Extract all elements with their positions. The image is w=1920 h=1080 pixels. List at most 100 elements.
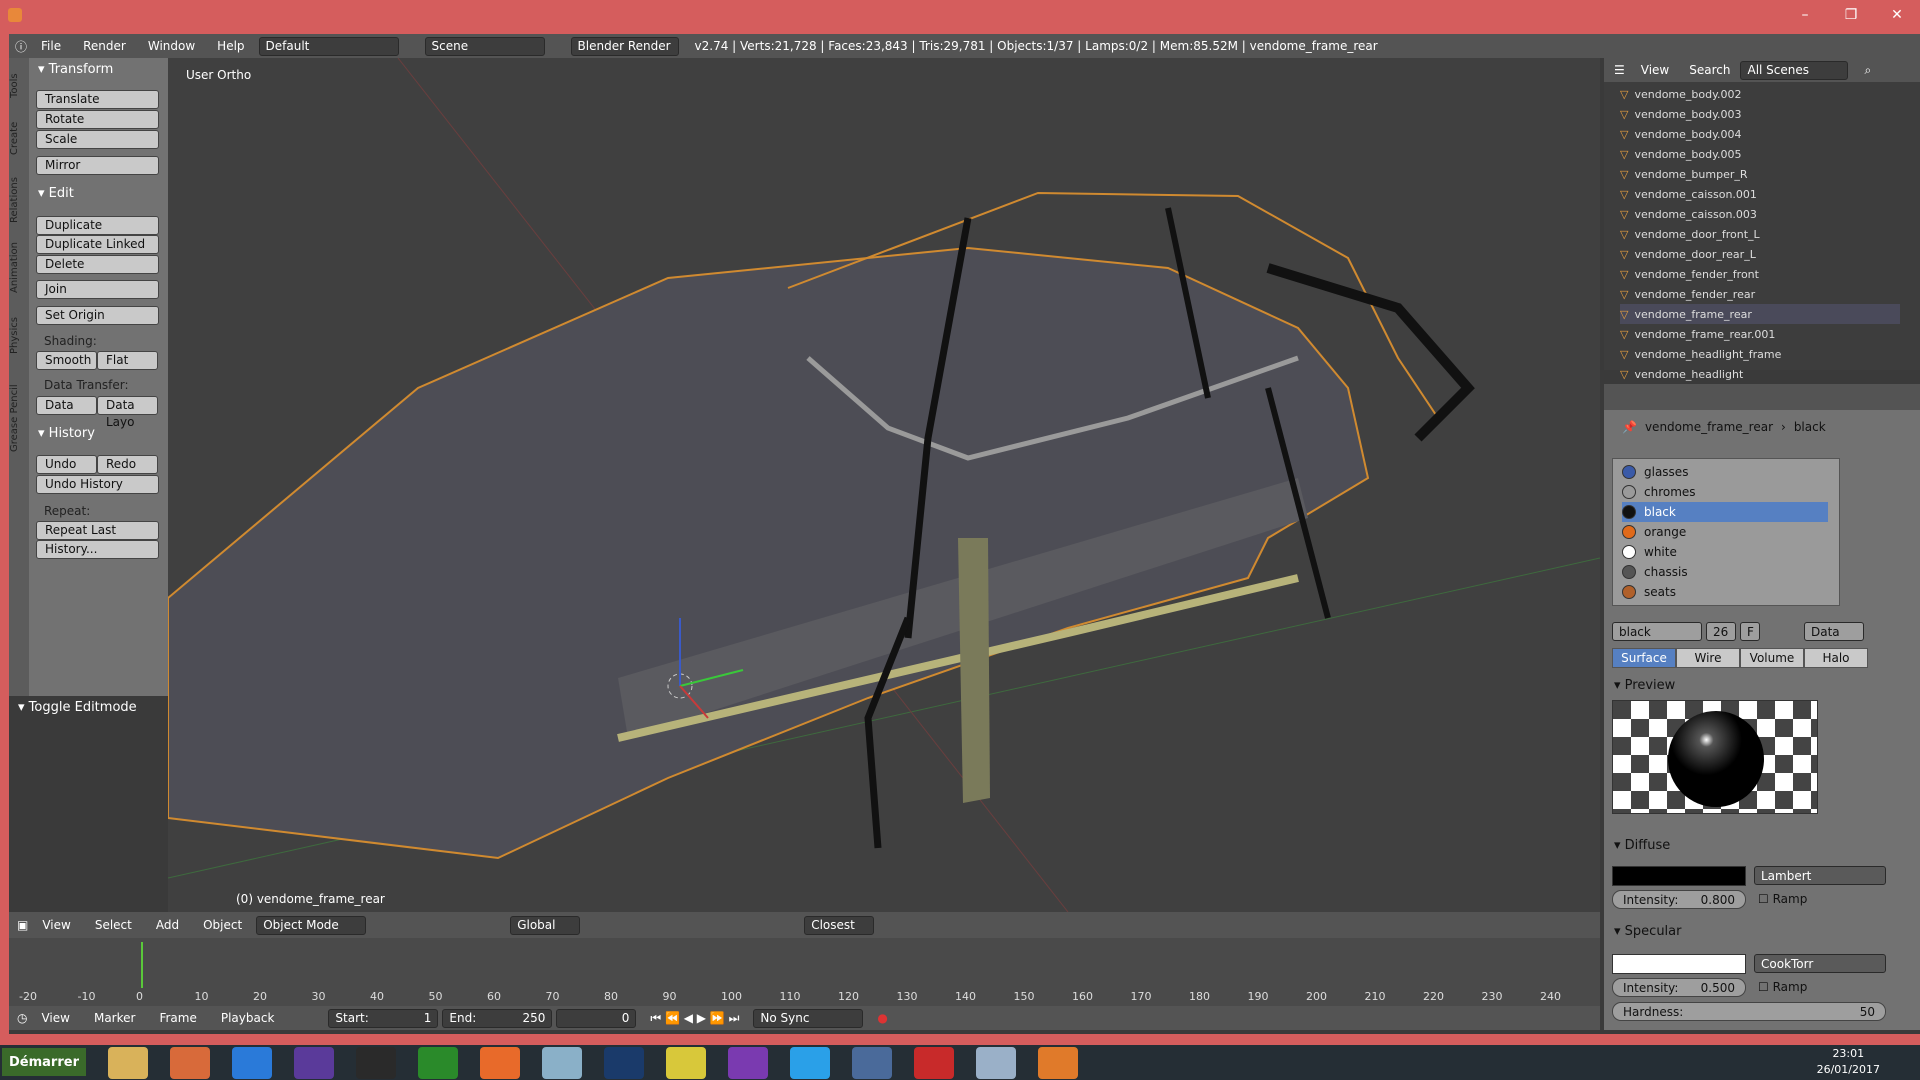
menu-render[interactable]: Render	[75, 39, 134, 53]
explorer-icon[interactable]	[108, 1047, 148, 1079]
menu-select[interactable]: Select	[85, 918, 142, 932]
app-icon[interactable]	[170, 1047, 210, 1079]
start-button[interactable]: Démarrer	[2, 1048, 86, 1076]
spreadsheet-icon[interactable]	[418, 1047, 458, 1079]
xnview-icon[interactable]	[294, 1047, 334, 1079]
menu-file[interactable]: File	[33, 39, 69, 53]
dropbox-icon[interactable]	[232, 1047, 272, 1079]
snap-select[interactable]: Closest	[804, 915, 875, 935]
fake-user-toggle[interactable]: F	[1740, 622, 1760, 641]
mode-select[interactable]: Object Mode	[256, 915, 367, 935]
mirror-button[interactable]: Mirror	[36, 156, 159, 175]
chrome-icon[interactable]	[666, 1047, 706, 1079]
join-button[interactable]: Join	[36, 280, 159, 299]
timeline-editor-icon[interactable]: ◷	[17, 1011, 27, 1025]
start-frame-field[interactable]: Start: 1	[328, 1008, 439, 1028]
cube-app-icon[interactable]	[976, 1047, 1016, 1079]
orientation-select[interactable]: Global	[510, 915, 581, 935]
menu-window[interactable]: Window	[140, 39, 203, 53]
diffuse-intensity-field[interactable]: Intensity: 0.800	[1612, 890, 1746, 909]
flat-button[interactable]: Flat	[97, 351, 158, 370]
menu-add[interactable]: Add	[146, 918, 189, 932]
outliner-row[interactable]: ▽ vendome_fender_front	[1620, 264, 1759, 284]
outliner-row[interactable]: ▽ vendome_frame_rear.001	[1620, 324, 1775, 344]
history-panel-header[interactable]: ▾ History	[38, 426, 95, 441]
set-origin-select[interactable]: Set Origin	[36, 306, 159, 325]
outliner-row[interactable]: ▽ vendome_caisson.003	[1620, 204, 1757, 224]
hardness-field[interactable]: Hardness: 50	[1612, 1002, 1886, 1021]
outliner-row[interactable]: ▽ vendome_door_front_L	[1620, 224, 1760, 244]
data-button[interactable]: Data	[36, 396, 97, 415]
outliner-menu-search[interactable]: Search	[1685, 63, 1734, 77]
material-users[interactable]: 26	[1706, 622, 1736, 641]
outliner-row[interactable]: ▽ vendome_door_rear_L	[1620, 244, 1756, 264]
specular-header[interactable]: ▾ Specular	[1614, 924, 1681, 939]
material-slot[interactable]: glasses	[1622, 462, 1688, 482]
close-button[interactable]: ✕	[1874, 0, 1920, 30]
blender-taskbar-icon[interactable]	[1038, 1047, 1078, 1079]
transform-panel-header[interactable]: ▾ Transform	[38, 62, 113, 77]
outliner-editor-icon[interactable]: ☰	[1614, 63, 1625, 77]
minimize-button[interactable]: –	[1782, 0, 1828, 30]
translate-button[interactable]: Translate	[36, 90, 159, 109]
data-layout-button[interactable]: Data Layo	[97, 396, 158, 429]
menu-help[interactable]: Help	[209, 39, 252, 53]
specular-intensity-field[interactable]: Intensity: 0.500	[1612, 978, 1746, 997]
outliner-row[interactable]: ▽ vendome_headlight	[1620, 364, 1743, 384]
delete-button[interactable]: Delete	[36, 255, 159, 274]
redo-button[interactable]: Redo	[97, 455, 158, 474]
link-select[interactable]: Data	[1804, 622, 1864, 641]
tl-menu-playback[interactable]: Playback	[211, 1011, 285, 1025]
tab-physics[interactable]: Physics	[9, 306, 29, 366]
repeat-last-button[interactable]: Repeat Last	[36, 521, 159, 540]
tab-wire[interactable]: Wire	[1676, 648, 1740, 668]
maximize-button[interactable]: ❐	[1828, 0, 1874, 30]
material-slot[interactable]: chromes	[1622, 482, 1696, 502]
tab-relations[interactable]: Relations	[9, 170, 29, 230]
outliner-row[interactable]: ▽ vendome_body.004	[1620, 124, 1742, 144]
outliner-menu-view[interactable]: View	[1631, 63, 1679, 77]
tab-create[interactable]: Create	[9, 108, 29, 168]
rotate-button[interactable]: Rotate	[36, 110, 159, 129]
toggle-editmode-header[interactable]: ▾ Toggle Editmode	[18, 700, 137, 715]
smooth-button[interactable]: Smooth	[36, 351, 97, 370]
diffuse-header[interactable]: ▾ Diffuse	[1614, 838, 1670, 853]
tl-menu-frame[interactable]: Frame	[149, 1011, 206, 1025]
outliner-row[interactable]: ▽ vendome_body.005	[1620, 144, 1742, 164]
tl-menu-marker[interactable]: Marker	[84, 1011, 145, 1025]
scale-button[interactable]: Scale	[36, 130, 159, 149]
photoshop-icon[interactable]	[604, 1047, 644, 1079]
material-slot[interactable]: chassis	[1622, 562, 1688, 582]
diffuse-ramp-checkbox[interactable]: ☐ Ramp	[1758, 892, 1807, 906]
editor-type-icon[interactable]: ▣	[17, 918, 28, 932]
duplicate-button[interactable]: Duplicate	[36, 216, 159, 235]
render-engine-select[interactable]: Blender Render	[570, 36, 679, 56]
material-slot[interactable]: white	[1622, 542, 1677, 562]
undo-button[interactable]: Undo	[36, 455, 97, 474]
skype-icon[interactable]	[790, 1047, 830, 1079]
outliner-row[interactable]: ▽ vendome_frame_rear	[1620, 304, 1900, 324]
system-clock[interactable]: 23:01 26/01/2017	[1817, 1046, 1880, 1078]
display-mode-select[interactable]: All Scenes	[1740, 60, 1849, 80]
tl-menu-view[interactable]: View	[31, 1011, 79, 1025]
layout-selector[interactable]: Default	[258, 36, 399, 56]
tab-halo[interactable]: Halo	[1804, 648, 1868, 668]
outliner-row[interactable]: ▽ vendome_bumper_R	[1620, 164, 1748, 184]
firefox-icon[interactable]	[480, 1047, 520, 1079]
edit-panel-header[interactable]: ▾ Edit	[38, 186, 74, 201]
splat-app-icon[interactable]	[914, 1047, 954, 1079]
playback-controls[interactable]: ⏮ ⏪ ◀ ▶ ⏩ ⏭	[650, 1011, 739, 1026]
end-frame-field[interactable]: End: 250	[442, 1008, 553, 1028]
material-name-field[interactable]: black	[1612, 622, 1702, 641]
outliner-row[interactable]: ▽ vendome_fender_rear	[1620, 284, 1755, 304]
undo-history-button[interactable]: Undo History	[36, 475, 159, 494]
tab-tools[interactable]: Tools	[9, 66, 29, 106]
diffuse-shader-select[interactable]: Lambert	[1754, 866, 1886, 885]
word-app-icon[interactable]	[728, 1047, 768, 1079]
diffuse-color-swatch[interactable]	[1612, 866, 1746, 886]
menu-view[interactable]: View	[32, 918, 80, 932]
current-frame-field[interactable]: 0	[556, 1008, 637, 1028]
sync-select[interactable]: No Sync	[753, 1008, 864, 1028]
outliner-row[interactable]: ▽ vendome_headlight_frame	[1620, 344, 1781, 364]
duplicate-linked-button[interactable]: Duplicate Linked	[36, 235, 159, 254]
